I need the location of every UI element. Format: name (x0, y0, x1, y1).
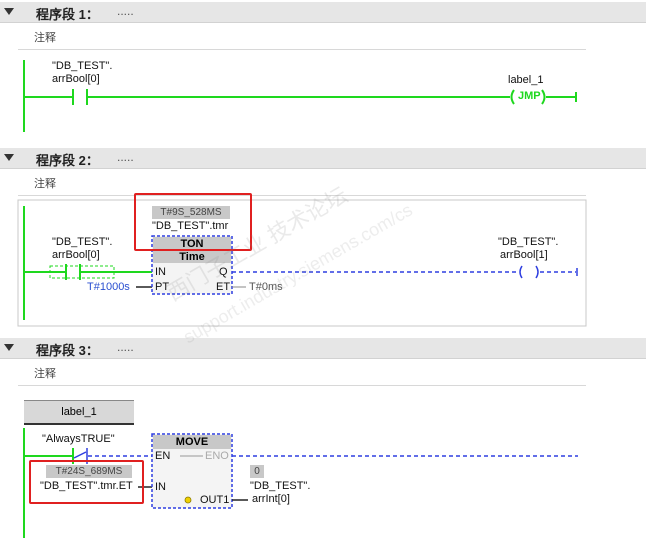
ton-block-type[interactable]: TON (153, 238, 231, 250)
move-pin-out: OUT1 (200, 494, 230, 506)
net1-rung (23, 60, 577, 132)
net2-coil-operand-line1[interactable]: "DB_TEST". (498, 236, 558, 248)
net2-coil-operand-line2[interactable]: arrBool[1] (500, 249, 548, 261)
network-3-header[interactable]: 程序段 3： ..... (0, 338, 646, 359)
net3-jump-label-text: label_1 (61, 406, 97, 418)
net2-et-value[interactable]: T#0ms (249, 281, 283, 293)
network-2-title: 程序段 2： (36, 153, 99, 168)
network-2-header[interactable]: 程序段 2： ..... (0, 148, 646, 169)
network-3-comment-text: 注释 (34, 368, 56, 380)
net1-jmp-coil-right (541, 89, 546, 105)
net3-contact-slash (73, 451, 87, 459)
ton-pin-pt: PT (155, 281, 170, 293)
network-2-comment[interactable]: 注释 (18, 169, 586, 196)
net3-out-monitor-value: 0 (250, 465, 264, 478)
move-add-output-icon (184, 496, 192, 504)
net3-jump-label-box[interactable]: label_1 (24, 400, 134, 425)
ton-block-subtype[interactable]: Time (153, 251, 231, 263)
net2-pt-value[interactable]: T#1000s (87, 281, 130, 293)
ton-pin-q: Q (219, 266, 228, 278)
net2-coil-right (535, 265, 539, 279)
move-block-type[interactable]: MOVE (153, 436, 231, 448)
network-2-comment-text: 注释 (34, 178, 56, 190)
collapse-triangle-icon[interactable] (4, 344, 14, 351)
move-pin-en: EN (155, 450, 171, 462)
network-3-name[interactable]: ..... (117, 340, 134, 354)
net2-contact-operand-line2[interactable]: arrBool[0] (52, 249, 100, 261)
net3-out-operand-line1[interactable]: "DB_TEST". (250, 480, 310, 492)
net2-coil-left (519, 265, 523, 279)
collapse-triangle-icon[interactable] (4, 154, 14, 161)
ton-pin-et: ET (216, 281, 231, 293)
network-3-comment[interactable]: 注释 (18, 359, 586, 386)
net2-rung (23, 206, 578, 320)
net3-contact-operand[interactable]: "AlwaysTRUE" (42, 433, 115, 445)
network-3-title: 程序段 3： (36, 343, 99, 358)
move-pin-eno: ENO (205, 450, 229, 462)
move-pin-in: IN (155, 481, 166, 493)
highlight-box-move-input (29, 460, 144, 504)
net2-frame (17, 199, 587, 327)
net2-contact-operand-line1[interactable]: "DB_TEST". (52, 236, 112, 248)
ton-pin-in: IN (155, 266, 166, 278)
network-2-name[interactable]: ..... (117, 150, 134, 164)
net3-out-operand-line2[interactable]: arrInt[0] (252, 493, 290, 505)
net1-jmp-coil-left (510, 89, 515, 105)
